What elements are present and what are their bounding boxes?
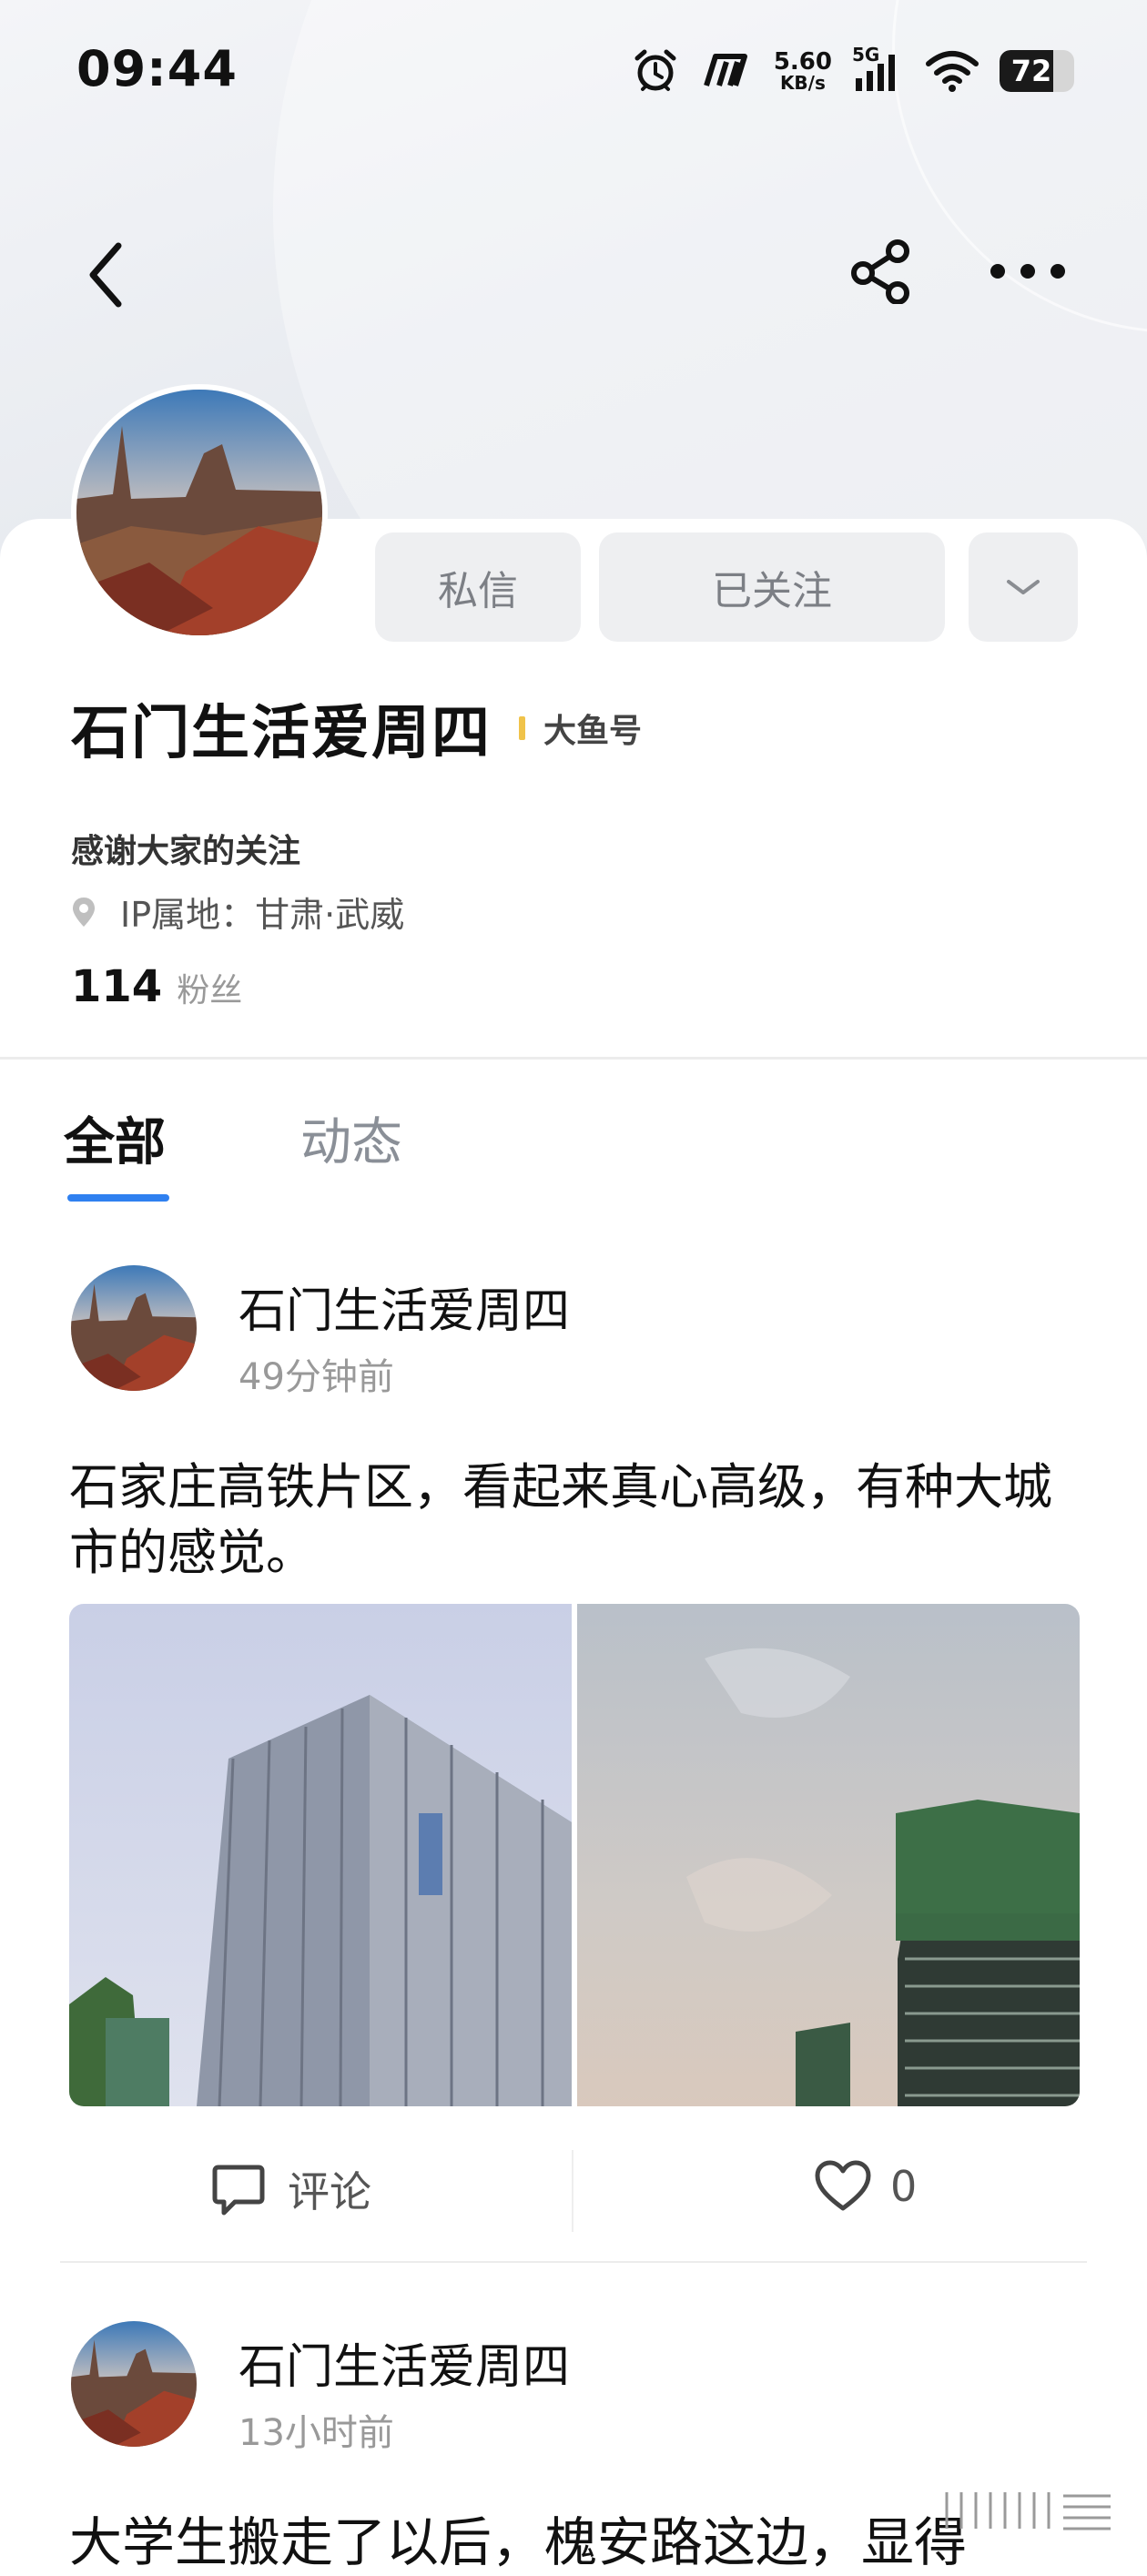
like-count: 0 (890, 2162, 918, 2211)
account-badge: 大鱼号 (543, 713, 643, 750)
ip-location-text: IP属地：甘肃·武威 (120, 895, 405, 935)
post-text[interactable]: 石家庄高铁片区，看起来真心高级，有种大城市的感觉。 (69, 1455, 1080, 1586)
post-photo[interactable] (69, 1604, 572, 2106)
more-dots-icon[interactable] (989, 255, 1067, 288)
gesture-lines-icon (945, 2492, 1111, 2530)
post-time: 13小时前 (239, 2412, 394, 2454)
net-speed-value: 5.60 (773, 48, 832, 76)
alarm-icon (634, 49, 676, 91)
chevron-left-icon[interactable] (78, 238, 133, 311)
battery-level: 72 (1010, 54, 1052, 88)
avatar-landscape-image (76, 390, 322, 635)
action-separator (572, 2150, 574, 2232)
post-divider (60, 2261, 1087, 2263)
fans-number: 114 (71, 961, 163, 1012)
message-button[interactable]: 私信 (375, 532, 581, 642)
avatar-landscape-image (71, 1265, 197, 1391)
post-author-avatar[interactable] (71, 2321, 197, 2447)
post-author-avatar[interactable] (71, 1265, 197, 1391)
building-photo-left (69, 1604, 572, 2106)
net-speed-unit: KB/s (779, 72, 826, 94)
profile-name-row: 石门生活爱周四 大鱼号 (71, 686, 642, 770)
heart-icon (815, 2160, 871, 2211)
share-icon[interactable] (848, 238, 914, 304)
active-tab-indicator (67, 1194, 169, 1202)
fans-label: 粉丝 (177, 972, 243, 1009)
profile-bio: 感谢大家的关注 (71, 833, 301, 870)
dropdown-button[interactable] (969, 532, 1078, 642)
follow-button[interactable]: 已关注 (599, 532, 945, 642)
comment-label: 评论 (288, 2167, 371, 2216)
avatar-landscape-image (71, 2321, 197, 2447)
ip-location-row: IP属地：甘肃·武威 (71, 887, 404, 937)
comment-button[interactable]: 评论 (211, 2159, 371, 2219)
app-notification-icon (703, 54, 747, 86)
comment-icon (212, 2165, 265, 2216)
cellular-signal-icon: 5G (852, 44, 905, 95)
building-photo-right (577, 1604, 1080, 2106)
badge-marker (519, 716, 525, 740)
fans-count[interactable]: 114 粉丝 (71, 961, 242, 1012)
location-pin-icon (73, 897, 95, 927)
net-speed: 5.60 KB/s (774, 50, 832, 92)
post-time: 49分钟前 (239, 1356, 394, 1398)
tab-dynamic[interactable]: 动态 (300, 1101, 402, 1175)
battery-icon: 72 (1000, 50, 1074, 92)
status-icons: 5.60 KB/s 5G 72 (632, 42, 1074, 100)
post-text[interactable]: 大学生搬走了以后，槐安路这边，显得 (69, 2500, 967, 2576)
tab-all[interactable]: 全部 (64, 1101, 166, 1175)
section-divider (0, 1057, 1147, 1060)
post-actions: 评论 0 (0, 2150, 1147, 2241)
post-author-name[interactable]: 石门生活爱周四 (239, 2328, 570, 2397)
profile-avatar[interactable] (71, 384, 328, 641)
post-author-name[interactable]: 石门生活爱周四 (239, 1273, 570, 1341)
profile-name: 石门生活爱周四 (71, 700, 492, 767)
post-photo[interactable] (577, 1604, 1080, 2106)
status-bar: 09:44 5.60 KB/s 5G 72 (0, 0, 1147, 146)
chevron-down-icon (1007, 580, 1040, 594)
wifi-icon (926, 51, 979, 92)
like-button[interactable]: 0 (814, 2159, 917, 2214)
clock: 09:44 (76, 40, 238, 97)
